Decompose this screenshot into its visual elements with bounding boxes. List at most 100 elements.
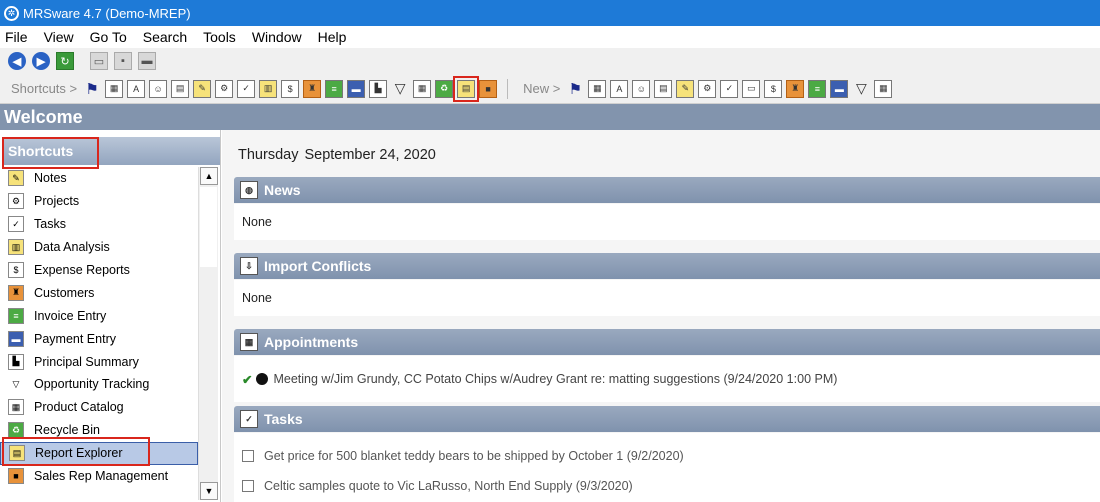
new-shipment-icon[interactable]: ▭ — [742, 79, 761, 98]
title-bar: ✲ MRSware 4.7 (Demo-MREP) — [0, 0, 1100, 26]
new-customer-icon[interactable]: ♜ — [786, 79, 805, 98]
task-text[interactable]: Get price for 500 blanket teddy bears to… — [264, 449, 684, 463]
funnel-icon: ▽ — [8, 376, 24, 393]
task-checkbox[interactable] — [242, 450, 254, 462]
new-catalog-icon[interactable]: ▦ — [874, 79, 893, 98]
report-explorer-icon[interactable]: ▤ — [453, 75, 480, 102]
open-folder-icon[interactable]: ▭ — [90, 52, 108, 70]
contacts-icon[interactable]: A — [127, 79, 146, 98]
tasks-body: Get price for 500 blanket teddy bears to… — [234, 433, 1100, 502]
shortcut-projects[interactable]: ⚙ Projects — [0, 190, 198, 213]
principal-icon[interactable]: ▙ — [369, 79, 388, 98]
refresh-icon[interactable]: ↻ — [56, 52, 74, 70]
calendar-icon[interactable]: ▦ — [105, 79, 124, 98]
shortcut-invoice-entry[interactable]: ≡ Invoice Entry — [0, 304, 198, 327]
new-flag-icon[interactable]: ⚑ — [566, 80, 584, 98]
shortcut-label: Projects — [34, 194, 80, 209]
appointments-body: ✔ Meeting w/Jim Grundy, CC Potato Chips … — [234, 356, 1100, 402]
print-icon[interactable]: ▬ — [138, 52, 156, 70]
page-title: Welcome — [4, 106, 83, 127]
sales-rep-icon[interactable]: ■ — [479, 79, 498, 98]
projects-icon[interactable]: ⚙ — [215, 79, 234, 98]
shortcut-label: Recycle Bin — [34, 423, 100, 438]
report-explorer-icon: ▤ — [9, 445, 25, 462]
shortcuts-header: Shortcuts — [2, 137, 220, 169]
menu-go-to[interactable]: Go To — [90, 29, 127, 45]
shortcut-label: Invoice Entry — [34, 308, 107, 323]
menu-window[interactable]: Window — [252, 29, 302, 45]
data-analysis-icon[interactable]: ▥ — [259, 79, 278, 98]
menu-search[interactable]: Search — [143, 29, 187, 45]
flag-icon[interactable]: ⚑ — [83, 80, 101, 98]
address-book-icon[interactable]: ▤ — [171, 79, 190, 98]
new-opportunity-icon[interactable]: ▽ — [852, 80, 870, 98]
shortcut-customers[interactable]: ♜ Customers — [0, 281, 198, 304]
new-invoice-icon[interactable]: ≡ — [808, 79, 827, 98]
import-conflicts-header[interactable]: ⇩ Import Conflicts — [234, 253, 1100, 279]
shortcuts-scrollbar[interactable]: ▲ ▼ — [198, 167, 218, 500]
shortcut-opportunity-tracking[interactable]: ▽ Opportunity Tracking — [0, 373, 198, 396]
customers-icon[interactable]: ♜ — [303, 79, 322, 98]
new-payment-icon[interactable]: ▬ — [830, 79, 849, 98]
new-task-icon[interactable]: ✓ — [720, 79, 739, 98]
new-note-icon[interactable]: ✎ — [676, 79, 695, 98]
payment-icon[interactable]: ▬ — [347, 79, 366, 98]
shortcut-label: Customers — [34, 285, 95, 300]
invoice-icon[interactable]: ≡ — [325, 79, 344, 98]
new-contact-icon[interactable]: A — [610, 79, 629, 98]
menu-help[interactable]: Help — [318, 29, 347, 45]
window-title: MRSware 4.7 (Demo-MREP) — [23, 5, 191, 21]
new-address-book-icon[interactable]: ▤ — [654, 79, 673, 98]
shortcut-label: Report Explorer — [35, 446, 123, 461]
highlight-box — [2, 137, 99, 169]
back-icon[interactable]: ◀ — [8, 52, 26, 70]
scroll-up-icon[interactable]: ▲ — [200, 167, 218, 185]
scroll-down-icon[interactable]: ▼ — [200, 482, 218, 500]
task-icon: ✓ — [240, 410, 258, 428]
shortcut-label: Tasks — [34, 217, 66, 232]
new-expense-icon[interactable]: $ — [764, 79, 783, 98]
new-project-icon[interactable]: ⚙ — [698, 79, 717, 98]
task-checkbox[interactable] — [242, 480, 254, 492]
tasks-header[interactable]: ✓ Tasks — [234, 406, 1100, 432]
shortcut-payment-entry[interactable]: ▬ Payment Entry — [0, 327, 198, 350]
menu-tools[interactable]: Tools — [203, 29, 236, 45]
task-icon[interactable]: ✓ — [237, 79, 256, 98]
navigation-toolbar: ◀ ▶ ↻ ▭ ▪ ▬ — [0, 48, 1100, 74]
note-icon[interactable]: ✎ — [193, 79, 212, 98]
shortcut-principal-summary[interactable]: ▙ Principal Summary — [0, 350, 198, 373]
shortcut-sales-rep-management[interactable]: ■ Sales Rep Management — [0, 465, 198, 488]
shortcut-label: Opportunity Tracking — [34, 377, 150, 392]
menu-view[interactable]: View — [44, 29, 74, 45]
recycle-bin-icon: ♻ — [8, 422, 24, 439]
shortcut-expense-reports[interactable]: $ Expense Reports — [0, 259, 198, 282]
shortcut-recycle-bin[interactable]: ♻ Recycle Bin — [0, 419, 198, 442]
news-header[interactable]: ◍ News — [234, 177, 1100, 203]
import-conflicts-body: None — [234, 280, 1100, 316]
task-text[interactable]: Celtic samples quote to Vic LaRusso, Nor… — [264, 479, 633, 493]
recycle-bin-icon[interactable]: ♻ — [435, 79, 454, 98]
appointment-item[interactable]: Meeting w/Jim Grundy, CC Potato Chips w/… — [273, 372, 837, 386]
new-toolbar-label: New > — [523, 81, 561, 96]
payment-icon: ▬ — [8, 330, 24, 347]
shortcut-tasks[interactable]: ✓ Tasks — [0, 213, 198, 236]
funnel-icon[interactable]: ▽ — [391, 80, 409, 98]
menu-file[interactable]: File — [5, 29, 28, 45]
appointments-header[interactable]: ▦ Appointments — [234, 329, 1100, 355]
catalog-icon[interactable]: ▦ — [413, 79, 432, 98]
customers-icon: ♜ — [8, 284, 24, 301]
shortcut-data-analysis[interactable]: ▥ Data Analysis — [0, 236, 198, 259]
new-people-icon[interactable]: ☺ — [632, 79, 651, 98]
shortcut-product-catalog[interactable]: ▦ Product Catalog — [0, 396, 198, 419]
news-body: None — [234, 204, 1100, 240]
shortcut-notes[interactable]: ✎ Notes — [0, 167, 198, 190]
people-icon[interactable]: ☺ — [149, 79, 168, 98]
save-icon[interactable]: ▪ — [114, 52, 132, 70]
new-calendar-icon[interactable]: ▦ — [588, 79, 607, 98]
import-icon: ⇩ — [240, 257, 258, 275]
forward-icon[interactable]: ▶ — [32, 52, 50, 70]
shortcut-report-explorer[interactable]: ▤ Report Explorer — [0, 441, 198, 465]
scroll-thumb[interactable] — [200, 187, 217, 267]
appointment-status-icon — [256, 373, 269, 385]
expense-icon[interactable]: $ — [281, 79, 300, 98]
